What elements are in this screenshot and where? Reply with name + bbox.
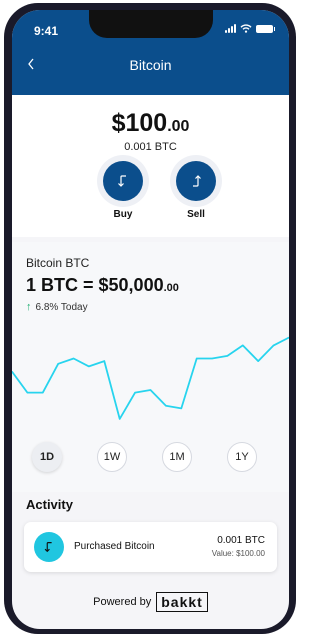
activity-heading: Activity	[26, 497, 73, 512]
sell-button[interactable]: Sell	[168, 161, 224, 220]
transaction-label: Purchased Bitcoin	[74, 541, 155, 552]
price-point	[180, 407, 182, 409]
status-icons	[225, 24, 275, 33]
price-point	[73, 357, 75, 360]
balance-amount-main: $100	[111, 109, 168, 137]
powered-by-text: Powered by	[93, 596, 152, 608]
signal-icon	[225, 24, 236, 33]
price-point	[88, 365, 90, 367]
page-title: Bitcoin	[129, 57, 172, 73]
exchange-rate: 1 BTC = $50,000.00	[26, 275, 179, 296]
price-point	[103, 360, 105, 362]
price-chart[interactable]	[12, 322, 289, 437]
price-point	[242, 344, 244, 346]
buy-label: Buy	[113, 209, 133, 220]
exchange-rate-main: 1 BTC = $50,000	[26, 275, 164, 295]
transaction-amount: 0.001 BTC	[217, 535, 265, 546]
header-bar: 9:41 Bitcoin	[12, 10, 289, 95]
transaction-icon	[34, 532, 64, 562]
price-change-text: 6.8% Today	[35, 301, 88, 313]
bakkt-logo: bakkt	[156, 592, 208, 612]
status-time: 9:41	[34, 24, 59, 38]
arrow-up-turn-icon	[193, 175, 201, 187]
wifi-icon	[240, 24, 252, 33]
price-section: Bitcoin BTC 1 BTC = $50,000.00 ↑ 6.8% To…	[12, 242, 289, 492]
price-point	[226, 355, 228, 357]
range-1d-button[interactable]: 1D	[32, 442, 62, 472]
transaction-item[interactable]: Purchased Bitcoin 0.001 BTC Value: $100.…	[24, 522, 277, 572]
battery-icon	[256, 24, 275, 33]
balance-amount: $100.00	[12, 109, 289, 138]
price-point	[257, 360, 259, 362]
transaction-value: Value: $100.00	[211, 549, 265, 558]
arrow-up-icon: ↑	[26, 301, 32, 313]
price-point	[196, 357, 198, 360]
time-range-selector: 1D 1W 1M 1Y	[12, 442, 289, 478]
exchange-rate-cents: .00	[163, 282, 179, 294]
buy-button[interactable]: Buy	[95, 161, 151, 220]
asset-name: Bitcoin BTC	[26, 256, 90, 270]
price-point	[134, 392, 136, 394]
phone-frame: 9:41 Bitcoin $100.00 0.001 BTC Buy Sell …	[4, 3, 296, 634]
price-point	[165, 405, 167, 407]
sell-label: Sell	[187, 209, 205, 220]
balance-btc: 0.001 BTC	[124, 141, 177, 153]
price-point	[119, 418, 121, 420]
price-point	[211, 357, 213, 360]
range-1w-button[interactable]: 1W	[97, 442, 127, 472]
price-point	[273, 344, 275, 346]
price-line	[12, 336, 289, 420]
device-notch	[89, 10, 213, 38]
price-point	[42, 392, 44, 394]
range-1m-button[interactable]: 1M	[162, 442, 192, 472]
price-point	[57, 363, 59, 365]
price-change: ↑ 6.8% Today	[26, 301, 88, 313]
balance-summary: $100.00 0.001 BTC Buy Sell	[12, 95, 289, 237]
arrow-down-turn-icon	[118, 175, 126, 187]
arrow-down-turn-icon	[44, 542, 52, 553]
balance-amount-cents: .00	[167, 118, 190, 135]
price-point	[149, 389, 152, 391]
range-1y-button[interactable]: 1Y	[227, 442, 257, 472]
price-point	[26, 392, 28, 394]
app-screen: 9:41 Bitcoin $100.00 0.001 BTC Buy Sell …	[12, 10, 289, 629]
sell-button-circle[interactable]	[176, 161, 216, 201]
powered-by: Powered by bakkt	[12, 592, 289, 612]
buy-button-circle[interactable]	[103, 161, 143, 201]
